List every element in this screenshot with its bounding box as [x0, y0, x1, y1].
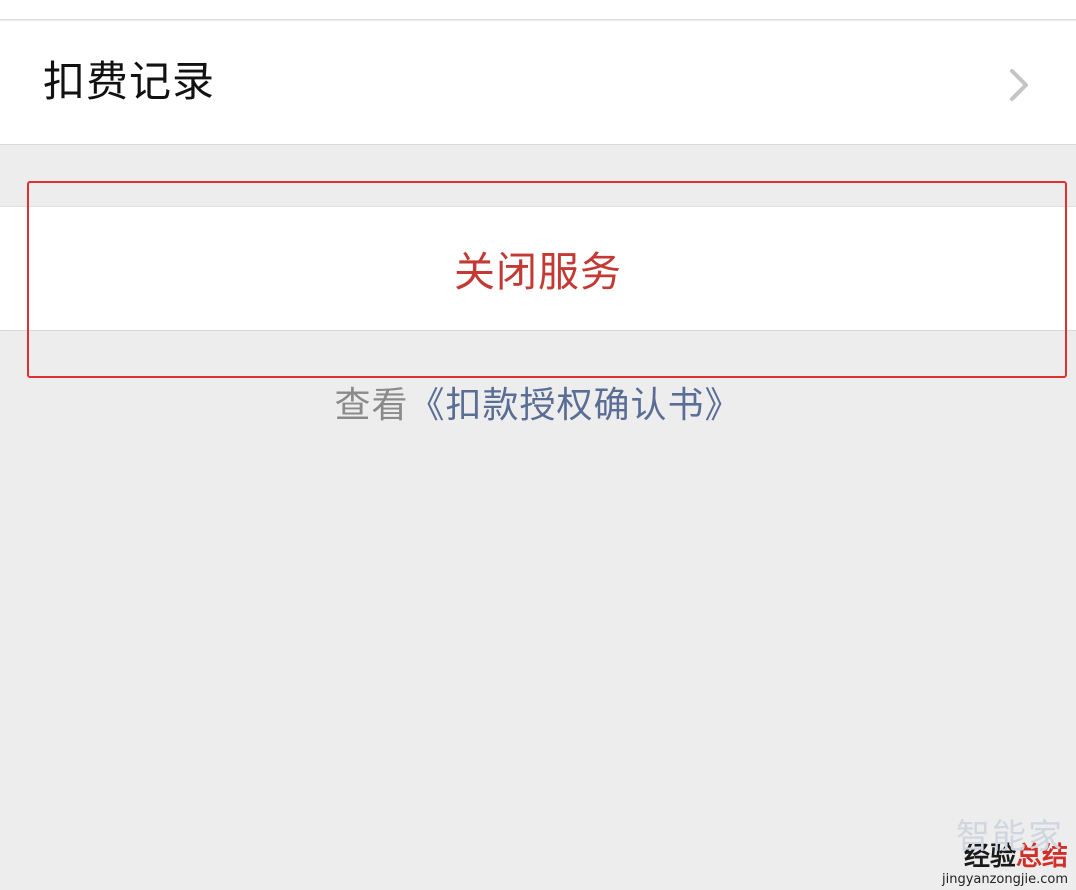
chevron-right-icon — [1010, 69, 1028, 101]
authorization-agreement-link[interactable]: 《扣款授权确认书》 — [409, 385, 742, 426]
deduction-records-label: 扣费记录 — [43, 57, 216, 106]
agreement-line: 查看《扣款授权确认书》 — [0, 378, 1076, 434]
top-section-edge — [0, 0, 1076, 20]
watermark-url: jingyanzongjie.com — [941, 872, 1068, 887]
watermark-faint-text: 智能家 — [956, 817, 1064, 857]
close-service-button[interactable]: 关闭服务 — [0, 206, 1076, 331]
watermark: 智能家 经验总结 jingyanzongjie.com — [941, 817, 1068, 888]
agreement-prefix: 查看 — [334, 385, 409, 426]
deduction-records-row[interactable]: 扣费记录 — [0, 21, 1076, 145]
close-service-label: 关闭服务 — [454, 248, 622, 296]
